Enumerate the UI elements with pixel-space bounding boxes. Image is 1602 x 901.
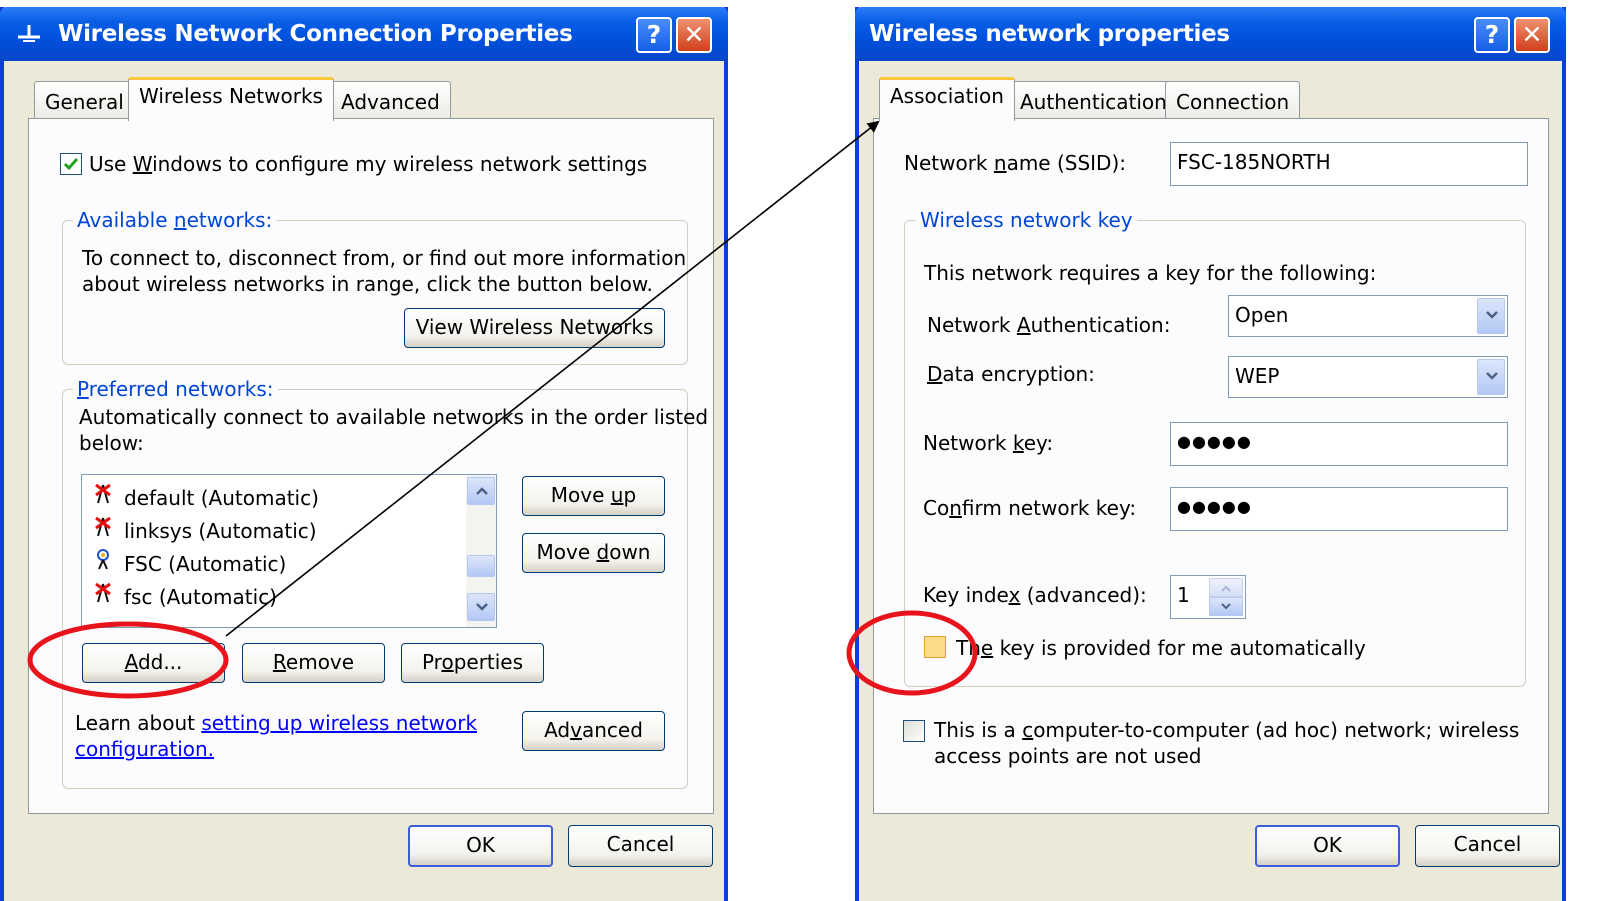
learn-about-text: Learn about setting up wireless network [75,711,478,735]
right-title-bar[interactable]: Wireless network properties ? ✕ [855,7,1566,61]
chevron-up-icon [1221,585,1231,592]
setup-help-link[interactable]: setting up wireless network [201,711,477,735]
chevron-down-icon [1486,311,1498,319]
list-item[interactable]: default (Automatic) [90,481,319,511]
antenna-red-x-icon [90,514,116,546]
wireless-networks-panel: Use Windows to configure my wireless net… [28,118,714,814]
tab-wireless-networks[interactable]: Wireless Networks [128,77,334,121]
remove-button[interactable]: Remove [242,643,385,683]
list-item[interactable]: linksys (Automatic) [90,514,317,544]
help-button[interactable]: ? [636,17,672,53]
chevron-down-icon [1221,603,1231,610]
right-dialog: Wireless network properties ? ✕ Associat… [855,7,1566,901]
checkmark-icon [63,158,79,171]
tab-advanced[interactable]: Advanced [330,81,451,119]
list-scrollbar[interactable] [466,475,496,627]
properties-button[interactable]: Properties [401,643,544,683]
left-title-bar[interactable]: Wireless Network Connection Properties ?… [0,7,728,61]
list-item[interactable]: FSC (Automatic) [90,547,286,577]
dropdown-button[interactable] [1477,298,1505,334]
network-key-input[interactable]: ●●●●● [1170,422,1508,466]
auto-key-checkbox[interactable] [924,636,946,658]
network-connection-icon [14,21,44,53]
chevron-down-icon [476,603,488,611]
preferred-description-line2: below: [79,431,144,455]
ok-button[interactable]: OK [1255,825,1400,867]
ssid-label: Network name (SSID): [904,151,1126,175]
spin-up-button[interactable] [1209,578,1243,597]
antenna-red-x-icon [90,580,116,612]
scroll-down-button[interactable] [467,593,495,621]
chevron-up-icon [476,487,488,495]
preferred-networks-list[interactable]: default (Automatic) linksys (Automatic) … [81,474,497,628]
ssid-input[interactable]: FSC-185NORTH [1170,142,1528,186]
use-windows-label[interactable]: Use Windows to configure my wireless net… [89,151,647,177]
data-encryption-label: Data encryption: [927,362,1095,386]
association-panel: Network name (SSID): FSC-185NORTH Wirele… [873,118,1549,814]
move-up-button[interactable]: Move up [522,476,665,516]
tab-authentication[interactable]: Authentication [1009,81,1178,119]
preferred-networks-label: Preferred networks: [73,377,278,401]
tab-association[interactable]: Association [879,77,1015,121]
network-authentication-label: Network Authentication: [927,313,1171,337]
spin-down-button[interactable] [1209,597,1243,616]
adhoc-label-line2[interactable]: access points are not used [934,743,1201,769]
close-button[interactable]: ✕ [676,17,712,53]
left-window-title: Wireless Network Connection Properties [58,21,573,47]
use-windows-checkbox[interactable] [60,153,82,175]
wireless-network-key-label: Wireless network key [916,208,1137,232]
scroll-up-button[interactable] [467,477,495,505]
tab-connection[interactable]: Connection [1165,81,1301,119]
list-item[interactable]: fsc (Automatic) [90,580,277,610]
right-window-title: Wireless network properties [869,21,1230,47]
key-index-label: Key index (advanced): [923,583,1147,607]
ok-button[interactable]: OK [408,825,553,867]
help-button[interactable]: ? [1474,17,1510,53]
antenna-blue-icon [90,547,116,579]
dropdown-button[interactable] [1477,359,1505,395]
learn-about-text-line2: configuration. [75,736,214,762]
available-description-line1: To connect to, disconnect from, or find … [82,246,687,270]
cancel-button[interactable]: Cancel [568,825,713,867]
chevron-down-icon [1486,372,1498,380]
available-networks-label: Available networks: [73,208,277,232]
tab-general[interactable]: General [34,81,135,119]
view-wireless-networks-button[interactable]: View Wireless Networks [404,308,665,348]
network-authentication-select[interactable]: Open [1228,295,1508,337]
left-dialog: Wireless Network Connection Properties ?… [0,7,728,901]
key-intro-text: This network requires a key for the foll… [924,261,1377,285]
preferred-description-line1: Automatically connect to available netwo… [79,405,709,429]
adhoc-checkbox[interactable] [903,720,925,742]
add-button[interactable]: Add... [82,643,225,683]
spin-buttons[interactable] [1209,578,1243,616]
advanced-button[interactable]: Advanced [522,711,665,751]
confirm-network-key-input[interactable]: ●●●●● [1170,487,1508,531]
adhoc-label[interactable]: This is a computer-to-computer (ad hoc) … [934,717,1519,743]
close-button[interactable]: ✕ [1514,17,1550,53]
scroll-thumb[interactable] [467,555,495,577]
key-index-spinner[interactable]: 1 [1170,575,1246,619]
auto-key-label[interactable]: The key is provided for me automatically [956,635,1366,661]
cancel-button[interactable]: Cancel [1415,825,1560,867]
confirm-network-key-label: Confirm network key: [923,496,1137,520]
move-down-button[interactable]: Move down [522,533,665,573]
network-key-label: Network key: [923,431,1054,455]
antenna-red-x-icon [90,481,116,513]
available-description-line2: about wireless networks in range, click … [82,272,653,296]
data-encryption-select[interactable]: WEP [1228,356,1508,398]
setup-help-link-2[interactable]: configuration. [75,737,214,761]
